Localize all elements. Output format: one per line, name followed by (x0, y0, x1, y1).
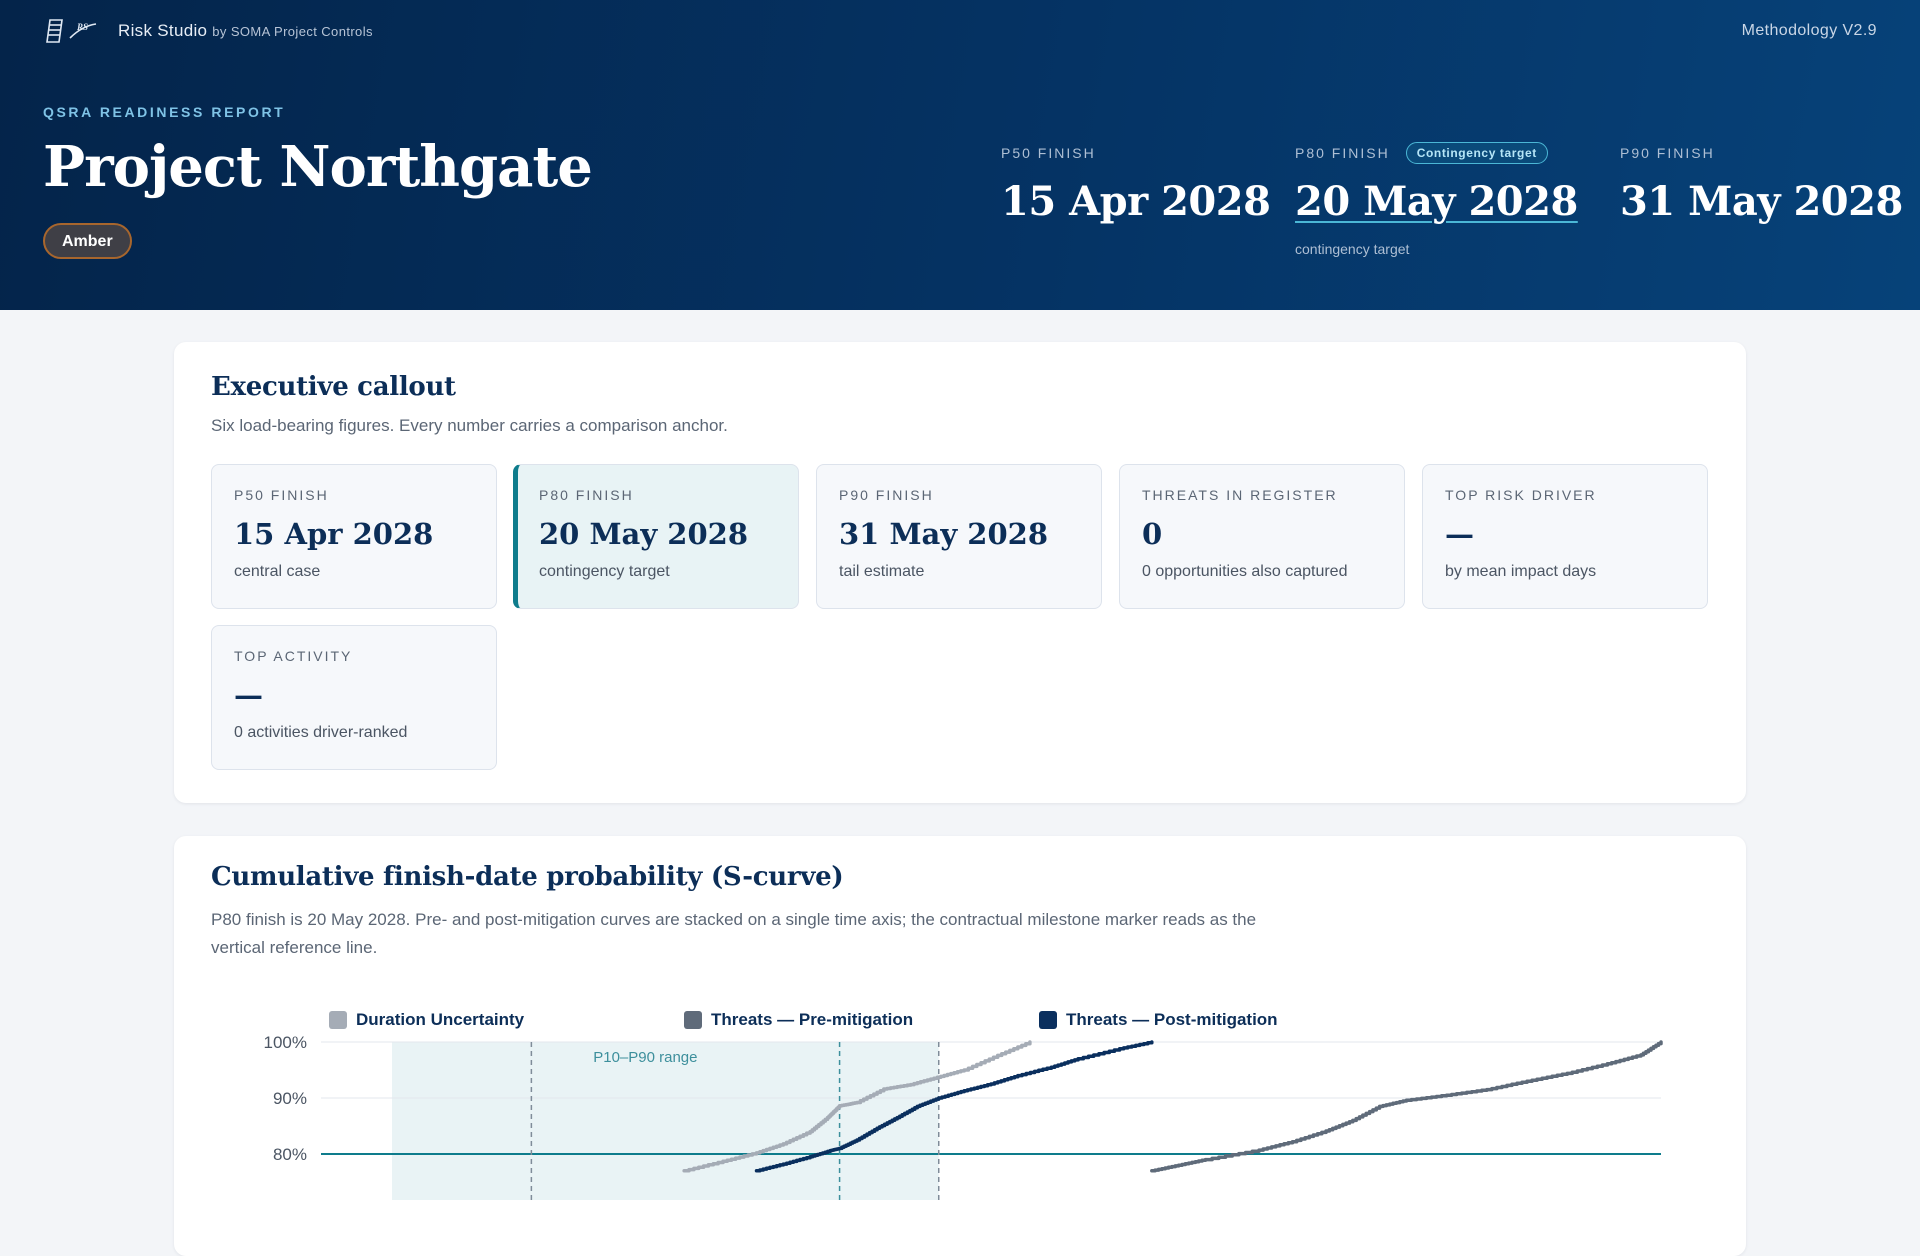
kpi-sub: central case (234, 563, 321, 580)
kpi-p80-finish[interactable]: P80 FINISH 20 May 2028 contingency targe… (513, 464, 799, 609)
kpi-threats-in-register[interactable]: THREATS IN REGISTER 0 0 opportunities al… (1119, 464, 1405, 609)
header-stat-label: P50 FINISH (1001, 145, 1096, 161)
kpi-value: 20 May 2028 (539, 517, 749, 551)
executive-callout-card: Executive callout Six load-bearing figur… (174, 342, 1746, 803)
executive-callout-subtitle: Six load-bearing figures. Every number c… (211, 416, 728, 435)
kpi-value: 0 (1142, 517, 1163, 551)
risk-studio-logo-icon: RS (46, 19, 97, 43)
svg-text:RS: RS (76, 22, 88, 32)
report-eyebrow: QSRA READINESS REPORT (43, 104, 286, 120)
kpi-label: TOP RISK DRIVER (1445, 487, 1597, 503)
kpi-value: 15 Apr 2028 (234, 517, 434, 551)
kpi-label: TOP ACTIVITY (234, 648, 353, 664)
header-stat-p50: P50 FINISH 15 Apr 2028 (1001, 144, 1271, 225)
brand-name: Risk Studio (118, 21, 208, 40)
header-stat-sub: contingency target (1295, 241, 1410, 257)
kpi-sub: by mean impact days (1445, 563, 1597, 580)
kpi-label: P80 FINISH (539, 487, 634, 503)
header-stat-label: P90 FINISH (1620, 145, 1715, 161)
header-stat-label: P80 FINISH (1295, 145, 1390, 161)
kpi-label: P50 FINISH (234, 487, 329, 503)
kpi-p90-finish[interactable]: P90 FINISH 31 May 2028 tail estimate (816, 464, 1102, 609)
scurve-series-2 (1150, 1040, 1663, 1173)
kpi-label: THREATS IN REGISTER (1142, 487, 1338, 503)
rag-status-badge: Amber (43, 223, 132, 259)
kpi-p50-finish[interactable]: P50 FINISH 15 Apr 2028 central case (211, 464, 497, 609)
kpi-top-activity[interactable]: TOP ACTIVITY — 0 activities driver-ranke… (211, 625, 497, 770)
kpi-sub: tail estimate (839, 563, 925, 580)
kpi-value: 31 May 2028 (839, 517, 1049, 551)
header-stat-value: 31 May 2028 (1620, 178, 1903, 225)
header-stat-p80: P80 FINISH Contingency target 20 May 202… (1295, 142, 1578, 257)
executive-callout-title: Executive callout (211, 372, 456, 402)
header-stat-value: 20 May 2028 (1295, 178, 1578, 225)
project-title: Project Northgate (43, 134, 593, 200)
kpi-label: P90 FINISH (839, 487, 934, 503)
kpi-top-risk-driver[interactable]: TOP RISK DRIVER — by mean impact days (1422, 464, 1708, 609)
methodology-version[interactable]: Methodology V2.9 (1742, 22, 1877, 40)
report-header: RS Risk Studio by SOMA Project Controls … (0, 0, 1920, 310)
kpi-sub: contingency target (539, 563, 670, 580)
kpi-sub: 0 activities driver-ranked (234, 724, 408, 741)
p10-p90-band-label: P10–P90 range (593, 1049, 697, 1066)
brand[interactable]: RS Risk Studio by SOMA Project Controls (44, 16, 373, 46)
brand-by-line: by SOMA Project Controls (212, 23, 373, 39)
y-tick-label: 80% (273, 1145, 307, 1164)
kpi-value: — (234, 678, 263, 712)
scurve-card: Cumulative finish-date probability (S-cu… (174, 836, 1746, 1256)
header-stat-p90: P90 FINISH 31 May 2028 (1620, 144, 1903, 225)
y-tick-label: 90% (273, 1089, 307, 1108)
contingency-target-badge: Contingency target (1405, 142, 1548, 164)
scurve-chart[interactable]: P10–P90 range 100% 90% 80% (174, 836, 1746, 1200)
kpi-sub: 0 opportunities also captured (1142, 563, 1348, 580)
kpi-value: — (1445, 517, 1474, 551)
header-stat-value: 15 Apr 2028 (1001, 178, 1271, 225)
y-tick-label: 100% (264, 1033, 307, 1052)
